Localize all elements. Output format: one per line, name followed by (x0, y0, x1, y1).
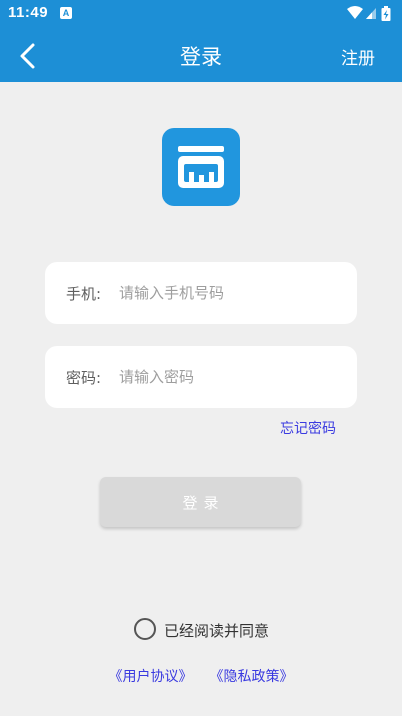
password-label: 密码: (66, 369, 102, 387)
login-button[interactable]: 登录 (100, 477, 301, 527)
battery-charging-icon (381, 6, 391, 21)
privacy-policy-link[interactable]: 《隐私政策》 (210, 669, 294, 685)
wifi-icon (347, 6, 363, 19)
password-field: 密码: (45, 346, 357, 408)
forgot-password-link[interactable]: 忘记密码 (280, 418, 336, 438)
phone-input[interactable] (117, 278, 346, 308)
status-time: 11:49 (8, 4, 49, 21)
user-agreement-link[interactable]: 《用户协议》 (108, 669, 192, 685)
password-input[interactable] (117, 362, 346, 392)
phone-label: 手机: (66, 285, 102, 303)
agree-radio[interactable] (134, 618, 156, 640)
register-link[interactable]: 注册 (341, 44, 375, 69)
notification-icon: A (60, 7, 72, 19)
app-logo (162, 128, 240, 206)
app-bar: 登录 注册 (0, 28, 402, 82)
phone-field: 手机: (45, 262, 357, 324)
signal-icon (366, 8, 376, 19)
status-icons (346, 5, 394, 23)
policy-links: 《用户协议》 《隐私政策》 (0, 666, 402, 686)
status-bar: 11:49 A (0, 0, 402, 28)
agreement-text: 已经阅读并同意 (164, 622, 270, 640)
app-logo-icon (178, 146, 224, 188)
